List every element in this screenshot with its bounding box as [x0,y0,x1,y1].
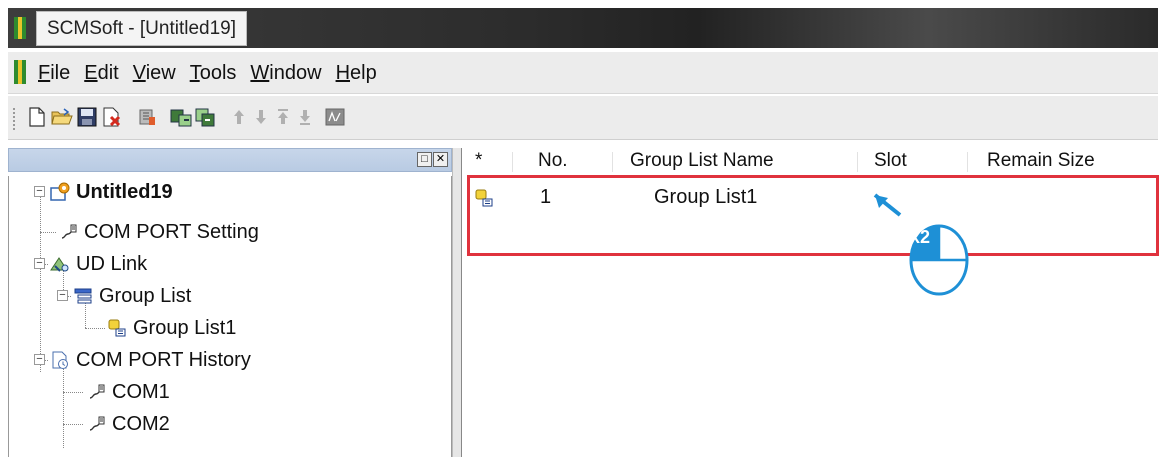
tree-item-label: COM PORT History [76,348,251,371]
menu-tools-accel: T [189,61,200,84]
tree-item-label: COM PORT Setting [84,220,259,243]
menu-file-accel: F [38,61,51,84]
monitor-icon[interactable] [324,106,346,128]
menu-view[interactable]: View [133,62,176,85]
column-remain-size[interactable]: Remain Size [987,150,1095,172]
tree-item-label: Group List1 [133,316,237,339]
menu-edit-label: dit [97,61,119,84]
title-bar: SCMSoft - [Untitled19] [8,8,1158,48]
tree-item-label: UD Link [76,252,148,275]
tree-item-label: Group List [99,284,192,307]
tree-item-com-port-setting[interactable]: COM PORT Setting [57,217,259,247]
tree-item-group-list1[interactable]: Group List1 [106,313,236,343]
menu-help-accel: H [335,61,351,84]
highlight-box [467,175,1159,256]
menu-view-label: iew [145,61,176,84]
menu-file-label: ile [50,61,71,84]
menu-tools[interactable]: Tools [190,62,237,85]
pane-splitter[interactable] [452,148,462,457]
menu-help[interactable]: Help [336,62,377,85]
history-icon [49,349,71,371]
menu-grip-icon [14,60,26,84]
column-star[interactable]: * [475,150,482,172]
com-port-icon [85,413,107,435]
com-port-icon [85,381,107,403]
menu-window[interactable]: Window [250,62,321,85]
expander-ud-link[interactable]: − [34,258,45,269]
double-click-annotation: x2 [870,190,980,302]
tree-item-com2[interactable]: COM2 [85,409,170,439]
close-project-icon[interactable] [101,106,123,128]
tree-item-com-port-history[interactable]: COM PORT History [49,345,251,375]
download-icon[interactable] [194,106,216,128]
list-header: * No. Group List Name Slot Remain Size [462,148,1160,176]
settings-icon[interactable] [136,106,158,128]
click-count-label: x2 [910,227,931,247]
tree-item-label: COM2 [112,412,170,435]
app-icon [14,17,26,39]
open-folder-icon[interactable] [51,106,73,128]
move-up-icon[interactable] [228,106,250,128]
column-slot[interactable]: Slot [874,150,907,172]
group-list-icon [72,285,94,307]
tree-item-com1[interactable]: COM1 [85,377,170,407]
project-icon [49,181,71,203]
menu-tools-label: ools [199,61,237,84]
menu-window-accel: W [250,61,270,84]
column-group-list-name[interactable]: Group List Name [630,150,774,172]
move-down-icon[interactable] [250,106,272,128]
menu-window-label: indow [269,61,322,84]
menu-edit-accel: E [84,61,98,84]
move-top-icon[interactable] [272,106,294,128]
tree-root-label: Untitled19 [76,180,173,203]
com-port-icon [57,221,79,243]
menu-help-label: elp [350,61,377,84]
tree-root[interactable]: Untitled19 [49,177,173,207]
toolbar [8,96,1158,140]
new-file-icon[interactable] [26,106,48,128]
pane-restore-button[interactable]: □ [417,152,432,167]
pane-close-button[interactable]: ✕ [433,152,448,167]
menu-file[interactable]: File [38,62,70,85]
move-bottom-icon[interactable] [294,106,316,128]
column-no[interactable]: No. [538,150,568,172]
expander-root[interactable]: − [34,186,45,197]
tree-item-label: COM1 [112,380,170,403]
window-title: SCMSoft - [Untitled19] [36,11,248,46]
expander-group-list[interactable]: − [57,290,68,301]
tree-item-group-list[interactable]: Group List [72,281,191,311]
toolbar-grip-icon [13,108,16,130]
group-item-icon [106,317,128,339]
pane-header: □ ✕ [8,148,452,172]
expander-com-history[interactable]: − [34,354,45,365]
save-icon[interactable] [76,106,98,128]
upload-icon[interactable] [170,106,192,128]
menu-edit[interactable]: Edit [84,62,118,85]
tree-item-ud-link[interactable]: UD Link [49,249,147,279]
ud-link-icon [49,253,71,275]
menu-view-accel: V [132,61,146,84]
menu-bar: File Edit View Tools Window Help [8,52,1158,94]
project-tree: − − − − Untitled19 COM PORT Setting UD L… [8,176,452,457]
